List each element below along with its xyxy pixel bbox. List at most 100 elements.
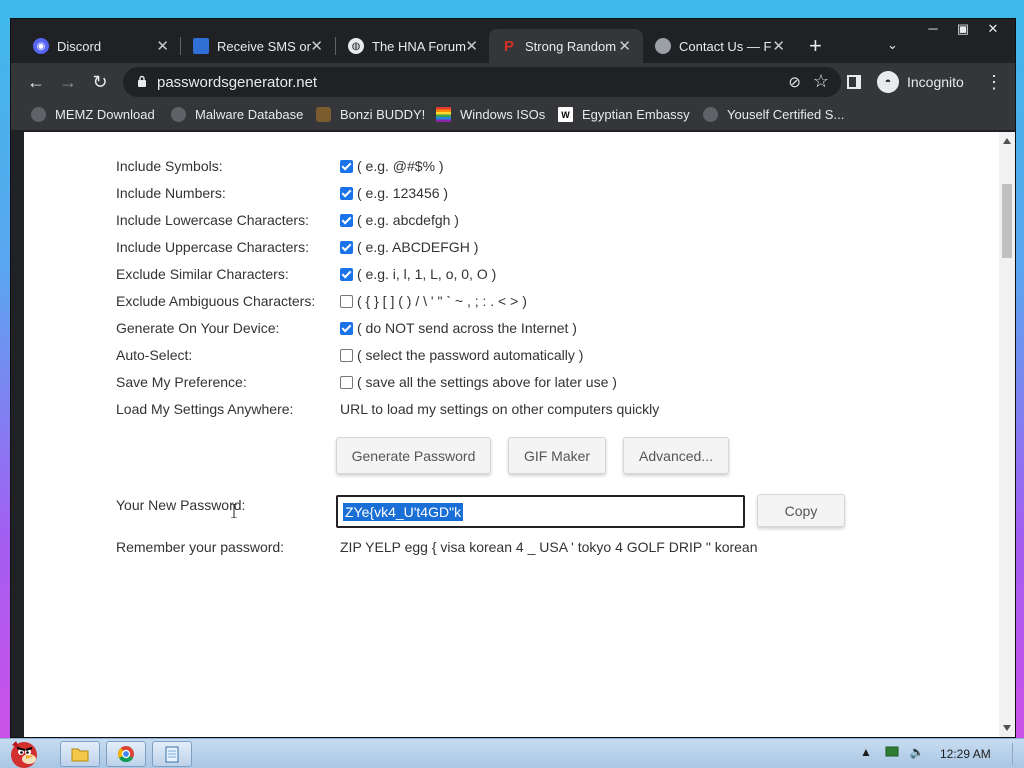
bookmark-label: MEMZ Download — [55, 107, 155, 122]
browser-toolbar: ← → ↻ passwordsgenerator.net ⊘ ☆ ◓ Incog… — [11, 63, 1015, 101]
tab-title: Receive SMS or — [217, 38, 311, 54]
auto-select-checkbox[interactable] — [340, 348, 353, 362]
eye-off-icon[interactable]: ⊘ — [788, 73, 801, 91]
close-icon[interactable]: ✕ — [310, 37, 323, 55]
back-button[interactable]: ← — [25, 71, 47, 93]
taskbar-notepad-button[interactable] — [152, 741, 192, 767]
option-label: Save My Preference: — [116, 374, 247, 390]
chevron-down-icon[interactable]: ⌄ — [887, 37, 898, 53]
exclude-ambiguous-checkbox[interactable] — [340, 294, 353, 308]
password-label-row: Your New Password: — [116, 494, 340, 516]
incognito-icon: ◓ — [877, 71, 899, 93]
option-label: Exclude Ambiguous Characters: — [116, 293, 316, 309]
tab-title: Contact Us — F — [679, 38, 772, 54]
remember-phrase: ZIP YELP egg { visa korean 4 _ USA ' tok… — [340, 539, 758, 555]
option-load-settings: Load My Settings Anywhere: URL to load m… — [116, 398, 659, 420]
rainbow-flag-icon — [436, 107, 451, 122]
bookmark-label: Malware Database — [195, 107, 304, 122]
tab-hna-forum[interactable]: ◍ The HNA Forum ✕ — [336, 29, 490, 63]
option-label: Load My Settings Anywhere: — [116, 401, 294, 417]
tab-title: Discord — [57, 38, 102, 54]
taskbar-explorer-button[interactable] — [60, 741, 100, 767]
url-text: passwordsgenerator.net — [157, 74, 318, 91]
option-hint: ( e.g. i, l, 1, L, o, 0, O ) — [357, 266, 497, 282]
close-icon[interactable]: ✕ — [465, 37, 478, 55]
scrollbar-thumb[interactable] — [1002, 184, 1012, 258]
include-uppercase-checkbox[interactable] — [340, 240, 353, 254]
wix-icon: W — [558, 107, 573, 122]
bookmarks-bar: MEMZ Download Malware Database Bonzi BUD… — [11, 101, 1015, 131]
option-label: Generate On Your Device: — [116, 320, 280, 336]
scroll-up-icon[interactable] — [1003, 138, 1011, 144]
option-label: Include Lowercase Characters: — [116, 212, 309, 228]
bookmark-windows-isos[interactable]: Windows ISOs — [436, 107, 545, 122]
include-symbols-checkbox[interactable] — [340, 159, 353, 173]
password-icon: P — [503, 37, 514, 55]
tab-discord[interactable]: ◉ Discord ✕ — [21, 29, 181, 63]
advanced-button[interactable]: Advanced... — [623, 437, 729, 474]
incognito-indicator[interactable]: ◓ Incognito — [877, 68, 964, 96]
option-include-uppercase: Include Uppercase Characters: ( e.g. ABC… — [116, 236, 478, 258]
close-window-button[interactable]: ✕ — [977, 19, 1009, 39]
generate-on-device-checkbox[interactable] — [340, 321, 353, 335]
bookmark-label: Bonzi BUDDY! — [340, 107, 426, 122]
tab-strong-random[interactable]: P Strong Random ✕ — [489, 29, 643, 63]
load-settings-link[interactable]: URL to load my settings on other compute… — [340, 401, 659, 417]
tab-contact-us[interactable]: Contact Us — F ✕ — [643, 29, 797, 63]
incognito-label: Incognito — [907, 74, 964, 90]
forward-button[interactable]: → — [57, 71, 79, 93]
save-preference-checkbox[interactable] — [340, 375, 353, 389]
scroll-down-icon[interactable] — [1003, 725, 1011, 731]
bookmark-label: Youself Certified S... — [727, 107, 845, 122]
menu-icon[interactable]: ⋮ — [985, 71, 1003, 93]
password-output-field[interactable]: ZYe{vk4_U't4GD"k — [336, 495, 745, 528]
side-panel-icon[interactable] — [847, 75, 861, 89]
include-lowercase-checkbox[interactable] — [340, 213, 353, 227]
minimize-button[interactable]: ─ — [917, 19, 949, 39]
close-icon[interactable]: ✕ — [618, 37, 631, 55]
gif-maker-button[interactable]: GIF Maker — [508, 437, 606, 474]
star-icon[interactable]: ☆ — [813, 71, 829, 92]
sms-icon — [193, 38, 209, 54]
maximize-button[interactable]: ▣ — [947, 19, 979, 39]
close-icon[interactable]: ✕ — [156, 37, 169, 55]
bookmark-egyptian-embassy[interactable]: W Egyptian Embassy — [558, 107, 690, 122]
globe-icon — [703, 107, 718, 122]
taskbar-chrome-button[interactable] — [106, 741, 146, 767]
copy-button[interactable]: Copy — [757, 494, 845, 527]
generate-password-button[interactable]: Generate Password — [336, 437, 491, 474]
bookmark-youself-certified[interactable]: Youself Certified S... — [703, 107, 844, 122]
lock-icon — [138, 75, 146, 87]
globe-icon: ◍ — [348, 38, 364, 54]
option-generate-on-device: Generate On Your Device: ( do NOT send a… — [116, 317, 577, 339]
network-icon[interactable] — [884, 745, 900, 759]
taskbar-clock[interactable]: 12:29 AM — [940, 747, 991, 761]
volume-icon[interactable]: 🔈 — [910, 745, 925, 759]
address-bar[interactable]: passwordsgenerator.net ⊘ ☆ — [123, 67, 841, 97]
option-exclude-similar: Exclude Similar Characters: ( e.g. i, l,… — [116, 263, 496, 285]
option-save-preference: Save My Preference: ( save all the setti… — [116, 371, 617, 393]
show-hidden-icons-icon[interactable]: ▲ — [860, 745, 872, 759]
start-button-angry-bird-icon[interactable] — [2, 735, 50, 768]
include-numbers-checkbox[interactable] — [340, 186, 353, 200]
bookmark-bonzi[interactable]: Bonzi BUDDY! — [316, 107, 425, 122]
show-desktop-button[interactable] — [1012, 743, 1020, 765]
option-hint: ( e.g. @#$% ) — [357, 158, 444, 174]
exclude-similar-checkbox[interactable] — [340, 267, 353, 281]
bookmark-malware-db[interactable]: Malware Database — [171, 107, 303, 122]
new-tab-button[interactable]: + — [809, 35, 822, 57]
tab-receive-sms[interactable]: Receive SMS or ✕ — [181, 29, 335, 63]
reload-button[interactable]: ↻ — [89, 71, 111, 93]
option-include-symbols: Include Symbols: ( e.g. @#$% ) — [116, 155, 444, 177]
tab-strip: ◉ Discord ✕ Receive SMS or ✕ ◍ The HNA F… — [11, 19, 1015, 63]
option-hint: ( select the password automatically ) — [357, 347, 584, 363]
vertical-scrollbar[interactable] — [999, 132, 1015, 737]
notepad-icon — [165, 746, 179, 763]
close-icon[interactable]: ✕ — [772, 37, 785, 55]
discord-icon: ◉ — [33, 38, 49, 54]
bookmark-memz[interactable]: MEMZ Download — [31, 107, 155, 122]
chrome-icon — [118, 746, 134, 763]
option-hint: ( e.g. 123456 ) — [357, 185, 449, 201]
option-auto-select: Auto-Select: ( select the password autom… — [116, 344, 583, 366]
tab-title: Strong Random — [525, 38, 617, 54]
